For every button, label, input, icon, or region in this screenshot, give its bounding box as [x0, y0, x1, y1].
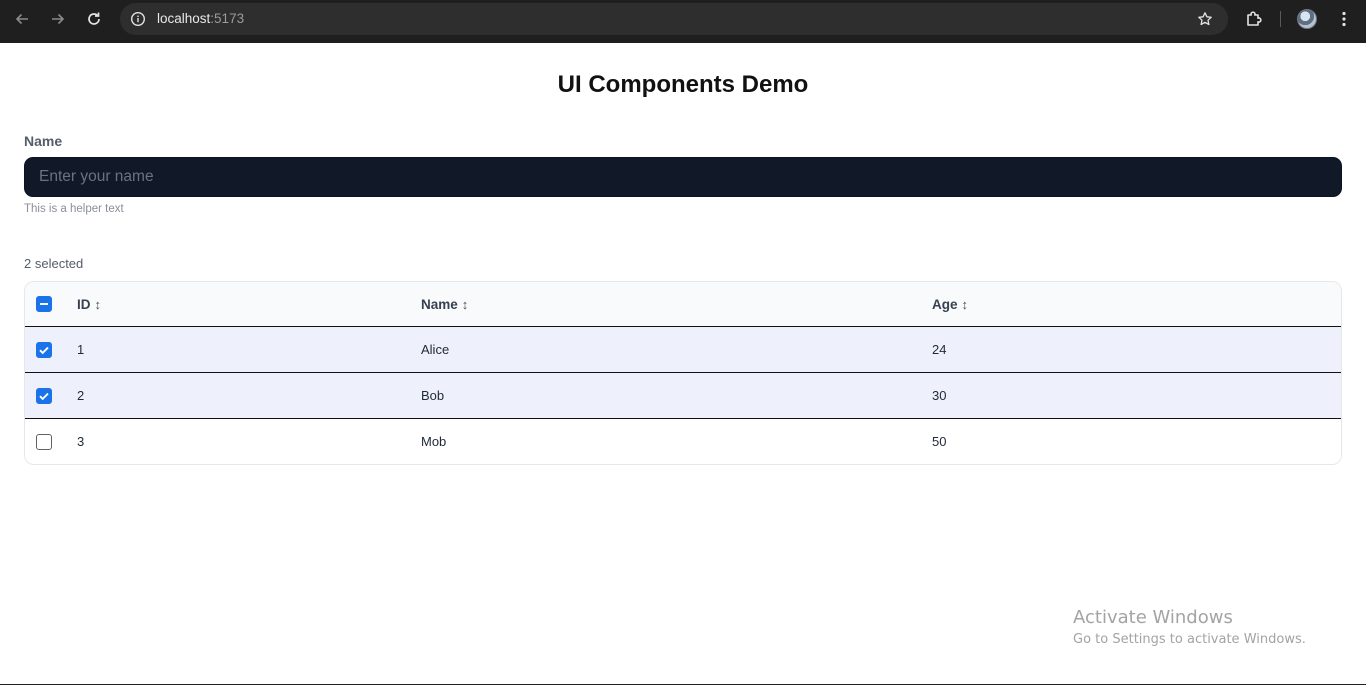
- name-input[interactable]: [24, 157, 1342, 197]
- checkmark-icon: [39, 346, 49, 354]
- cell-age: 24: [932, 342, 947, 357]
- reload-icon: [88, 12, 100, 25]
- cell-age: 50: [932, 434, 947, 449]
- column-header-label: Age: [932, 296, 958, 312]
- browser-menu-button[interactable]: [1334, 9, 1354, 29]
- minus-icon: [40, 303, 48, 305]
- column-header-label: Name: [421, 296, 458, 312]
- watermark-title: Activate Windows: [1073, 607, 1233, 628]
- row-checkbox[interactable]: [36, 433, 52, 450]
- browser-toolbar: localhost:5173: [0, 0, 1366, 43]
- reload-button[interactable]: [81, 8, 107, 30]
- arrow-left-icon: [15, 13, 28, 25]
- url-text[interactable]: localhost:5173: [157, 11, 244, 27]
- selection-count: 2 selected: [24, 256, 84, 271]
- url-port: :5173: [210, 11, 245, 26]
- cell-name: Alice: [421, 342, 450, 357]
- column-header-label: ID: [77, 296, 91, 312]
- cell-id: 3: [77, 434, 85, 449]
- cell-age: 30: [932, 388, 947, 403]
- activate-windows-watermark: Activate Windows Go to Settings to activ…: [1073, 606, 1306, 649]
- row-checkbox-cell: [36, 419, 54, 464]
- select-all-checkbox[interactable]: [36, 296, 52, 312]
- sort-icon: ↕: [961, 296, 969, 312]
- table-row[interactable]: 3 Mob 50: [25, 419, 1341, 464]
- row-checkbox-cell: [36, 373, 54, 418]
- kebab-menu-icon: [1342, 11, 1346, 27]
- cell-name: Bob: [421, 388, 445, 403]
- checkmark-icon: [39, 392, 49, 400]
- arrow-right-icon: [52, 13, 65, 25]
- profile-avatar[interactable]: [1297, 9, 1317, 29]
- cell-name: Mob: [421, 434, 447, 449]
- row-checkbox-cell: [36, 327, 54, 372]
- cell-id: 1: [77, 342, 85, 357]
- name-field-label: Name: [24, 133, 63, 149]
- table-row[interactable]: 2 Bob 30: [25, 373, 1341, 419]
- star-icon: [1198, 12, 1212, 26]
- site-info-button[interactable]: [128, 9, 148, 29]
- page-title: UI Components Demo: [557, 71, 809, 98]
- column-header-name[interactable]: Name ↕: [421, 282, 468, 326]
- back-button[interactable]: [9, 8, 35, 30]
- row-checkbox[interactable]: [36, 387, 52, 404]
- bookmark-button[interactable]: [1196, 10, 1214, 28]
- table-row[interactable]: 1 Alice 24: [25, 327, 1341, 373]
- column-header-age[interactable]: Age ↕: [932, 282, 968, 326]
- toolbar-divider: [1280, 11, 1281, 27]
- cell-id: 2: [77, 388, 85, 403]
- column-header-id[interactable]: ID ↕: [77, 282, 101, 326]
- data-table: ID ↕ Name ↕ Age ↕ 1 Alice 24 2 Bob 30 3 …: [24, 281, 1342, 465]
- row-checkbox[interactable]: [36, 341, 52, 358]
- sort-icon: ↕: [461, 296, 469, 312]
- puzzle-icon: [1247, 11, 1262, 26]
- url-host: localhost: [157, 11, 211, 26]
- address-bar[interactable]: localhost:5173: [120, 3, 1228, 35]
- watermark-subtitle: Go to Settings to activate Windows.: [1073, 632, 1306, 647]
- header-checkbox-cell: [36, 282, 54, 326]
- table-header-row: ID ↕ Name ↕ Age ↕: [25, 282, 1341, 327]
- forward-button[interactable]: [45, 8, 71, 30]
- extensions-button[interactable]: [1243, 9, 1265, 29]
- sort-icon: ↕: [94, 296, 102, 312]
- info-circle-icon: [130, 11, 146, 27]
- name-helper-text: This is a helper text: [24, 203, 124, 215]
